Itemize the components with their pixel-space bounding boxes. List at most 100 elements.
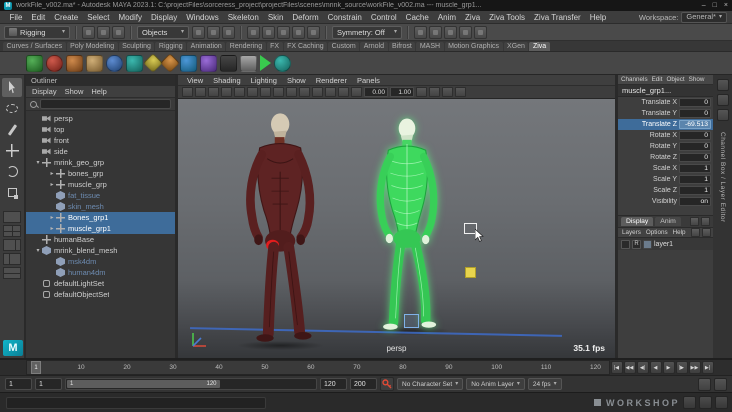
channel-box-menu-item[interactable]: Channels [621,76,648,83]
channel-attribute-row[interactable]: Scale X 1 [618,163,713,174]
channel-box-menu-item[interactable]: Object [666,76,684,83]
menu-item[interactable]: Constrain [323,13,366,22]
channel-value-field[interactable]: 1 [679,186,711,195]
menu-item[interactable]: Anim [433,13,460,22]
go-to-end-button[interactable]: ▶| [701,361,714,374]
menu-item[interactable]: Edit [27,13,50,22]
layers-menu[interactable]: Layers [622,229,641,236]
menu-item[interactable]: Ziva Transfer [530,13,586,22]
tab-anim[interactable]: Anim [655,217,681,226]
film-gate-icon[interactable] [286,87,297,97]
range-slider[interactable]: 1 120 [65,378,317,390]
outliner-menu-item[interactable]: Show [65,87,84,96]
resolution-gate-icon[interactable] [299,87,310,97]
outliner-item[interactable]: side [26,146,175,157]
shelf-tab[interactable]: Custom [328,42,360,51]
channel-box-icon[interactable] [716,109,729,121]
menu-item[interactable]: Ziva [461,13,485,22]
menu-item[interactable]: Display [147,13,182,22]
layout-outliner-persp[interactable] [3,253,21,265]
auto-keyframe-toggle[interactable] [380,377,394,391]
viewport-menu-item[interactable]: Panels [353,76,384,85]
animation-start-field[interactable]: 1 [5,378,32,390]
outliner-item[interactable]: mrink_geo_grp [26,157,175,168]
layer-display-type-toggle[interactable]: R [632,239,641,249]
camera-attributes-icon[interactable] [208,87,219,97]
attribute-editor-icon[interactable] [716,79,729,91]
options-menu[interactable]: Options [646,229,668,236]
channel-attribute-row[interactable]: Translate Z -69.513 [618,119,713,130]
outliner-item[interactable]: fat_tissue [26,190,175,201]
bookmarks-icon[interactable] [221,87,232,97]
display-layer-row[interactable]: R layer1 [618,238,713,250]
ziva-rest-shape-icon[interactable] [180,54,197,72]
play-backwards-button[interactable]: ◀ [649,361,662,374]
image-plane-icon[interactable] [234,87,245,97]
open-scene-icon[interactable] [97,25,110,39]
channel-value-field[interactable]: 0 [679,109,711,118]
viewport-menu-item[interactable]: Show [283,76,310,85]
channel-attribute-row[interactable]: Translate Y 0 [618,108,713,119]
menu-item[interactable]: Windows [182,13,223,22]
channel-attribute-row[interactable]: Rotate Y 0 [618,141,713,152]
channel-box-menu-item[interactable]: Show [689,76,705,83]
layer-visibility-toggle[interactable] [621,239,630,249]
help-menu[interactable]: Help [673,229,686,236]
shelf-tab[interactable]: Ziva [529,42,550,51]
ziva-tissue-icon[interactable] [26,54,43,72]
menu-item[interactable]: Skin [263,13,288,22]
shadows-icon[interactable] [429,87,440,97]
playback-range-bar[interactable]: 1 120 [67,380,220,388]
channel-attribute-row[interactable]: Rotate Z 0 [618,152,713,163]
grid-icon[interactable] [273,87,284,97]
outliner-menu-item[interactable]: Help [91,87,106,96]
channel-value-field[interactable]: 1 [679,164,711,173]
save-scene-icon[interactable] [112,25,125,39]
expand-arrow-icon[interactable] [34,247,42,254]
character-set-selector[interactable]: No Character Set ▾ [397,378,464,390]
shelf-tab[interactable]: XGen [503,42,529,51]
paint-selection-tool[interactable] [2,120,22,139]
ziva-tissue-figure[interactable] [354,117,460,335]
snap-surface-icon[interactable] [307,25,320,39]
outliner-item[interactable]: defaultLightSet [26,278,175,289]
menu-item[interactable]: Create [50,13,83,22]
new-layer-selected-icon[interactable] [701,228,711,237]
viewport-menu-item[interactable]: View [183,76,207,85]
2d-pan-zoom-icon[interactable] [247,87,258,97]
select-hierarchy-icon[interactable] [192,25,205,39]
new-scene-icon[interactable] [82,25,95,39]
ipr-render-icon[interactable] [459,25,472,39]
menu-item[interactable]: Control [366,13,401,22]
menu-item[interactable]: File [5,13,27,22]
step-back-key-button[interactable]: ◀◀ [623,361,636,374]
outliner-item[interactable]: top [26,124,175,135]
outliner-item[interactable]: skin_mesh [26,201,175,212]
ziva-line-of-action-icon[interactable] [160,53,180,73]
ziva-solver-icon[interactable] [220,54,237,72]
textured-icon[interactable] [351,87,362,97]
sidebar-tab-label[interactable]: Channel Box / Layer Editor [719,132,726,223]
select-component-icon[interactable] [222,25,235,39]
shelf-tab[interactable]: Animation [187,42,226,51]
current-frame-marker[interactable]: 1 [31,361,41,374]
construction-history-icon[interactable] [414,25,427,39]
anim-layer-selector[interactable]: No Anim Layer ▾ [466,378,525,390]
viewport-menu-item[interactable]: Renderer [312,76,351,85]
workspace-value[interactable]: General* ▾ [681,11,727,23]
menu-item[interactable]: Cache [401,13,433,22]
muscle-anatomy-figure[interactable] [224,111,332,349]
outliner-item[interactable]: humanBase [26,234,175,245]
exposure-field[interactable]: 0.00 [364,87,388,97]
menu-set-selector[interactable]: Rigging ▾ [4,25,70,39]
motion-blur-icon[interactable] [455,87,466,97]
new-layer-icon[interactable] [690,228,700,237]
ziva-rivet-icon[interactable] [200,54,217,72]
snap-point-icon[interactable] [277,25,290,39]
outliner-menu-item[interactable]: Display [32,87,57,96]
menu-item[interactable]: Skeleton [223,13,263,22]
playback-speed-selector[interactable]: 24 fps ▾ [527,378,562,390]
screen-space-ao-icon[interactable] [442,87,453,97]
snap-curve-icon[interactable] [262,25,275,39]
ziva-skin-icon[interactable] [86,54,103,72]
